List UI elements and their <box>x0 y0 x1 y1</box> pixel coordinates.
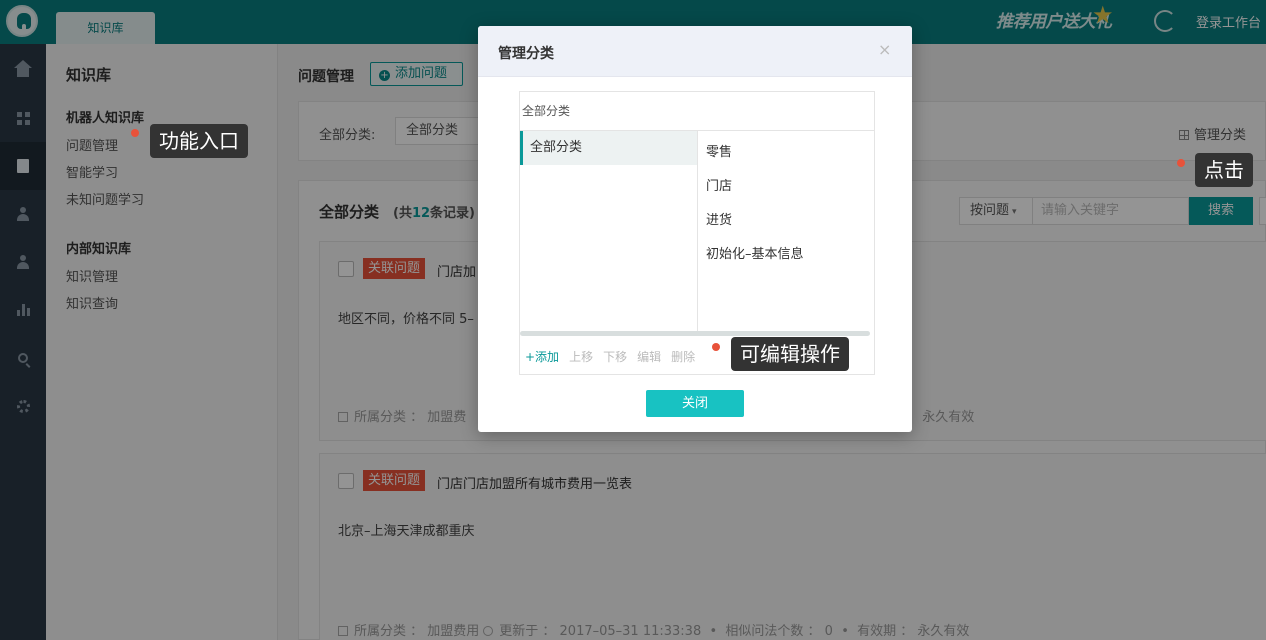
close-button[interactable]: 关闭 <box>646 390 744 417</box>
annotation-dot <box>131 129 139 137</box>
annotation-dot <box>1177 159 1185 167</box>
delete-button[interactable]: 删除 <box>671 350 695 364</box>
tree-item-init-basic-info[interactable]: 初始化–基本信息 <box>706 243 804 262</box>
annotation-editable: 可编辑操作 <box>731 337 849 371</box>
tree-item-store[interactable]: 门店 <box>706 175 732 194</box>
annotation-click: 点击 <box>1195 153 1253 187</box>
move-down-button[interactable]: 下移 <box>603 350 627 364</box>
tree-header: 全部分类 <box>520 92 874 131</box>
close-icon[interactable]: × <box>878 40 891 59</box>
tree-item-purchase[interactable]: 进货 <box>706 209 732 228</box>
category-tree: 全部分类 全部分类 零售 门店 进货 初始化–基本信息 +添加 上移 下移 编辑 删除 <box>519 91 875 375</box>
manage-category-dialog: 管理分类 × 全部分类 全部分类 零售 门店 进货 初始化–基本信息 +添加 上移… <box>478 26 912 432</box>
tree-action-bar: +添加 上移 下移 编辑 删除 <box>525 348 705 365</box>
horizontal-scrollbar[interactable] <box>520 331 870 336</box>
annotation-dot <box>712 343 720 351</box>
dialog-title: 管理分类 <box>498 46 554 62</box>
move-up-button[interactable]: 上移 <box>569 350 593 364</box>
annotation-entry: 功能入口 <box>150 124 248 158</box>
edit-button[interactable]: 编辑 <box>637 350 661 364</box>
tree-item-retail[interactable]: 零售 <box>706 141 732 160</box>
add-category-button[interactable]: +添加 <box>525 350 559 364</box>
dialog-header: 管理分类 × <box>478 26 912 77</box>
tree-left-column: 全部分类 <box>520 131 698 331</box>
tree-item-all-categories[interactable]: 全部分类 <box>520 131 697 165</box>
